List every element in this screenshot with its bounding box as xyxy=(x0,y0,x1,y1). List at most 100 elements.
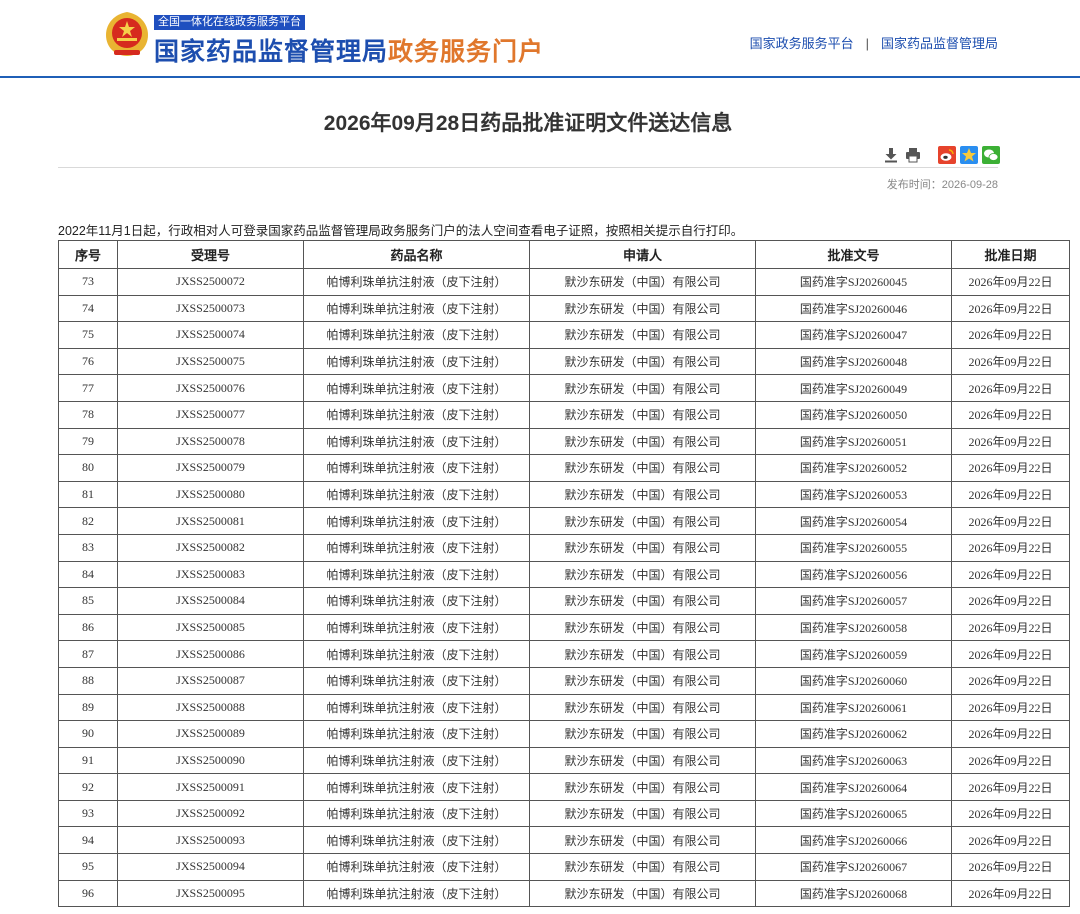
cell-drug-name: 帕博利珠单抗注射液（皮下注射） xyxy=(303,853,530,881)
top-links: 国家政务服务平台 | 国家药品监督管理局 xyxy=(750,33,998,52)
cell-approval-date: 2026年09月22日 xyxy=(951,480,1070,509)
cell-drug-name: 帕博利珠单抗注射液（皮下注射） xyxy=(303,587,530,615)
cell-index: 74 xyxy=(58,294,118,323)
cell-approval-date: 2026年09月22日 xyxy=(951,826,1070,855)
qzone-icon[interactable] xyxy=(960,146,978,164)
table-row: 74 JXSS2500073 帕博利珠单抗注射液（皮下注射） 默沙东研发（中国）有限公… xyxy=(58,294,1070,323)
cell-approval-no: 国药准字SJ20260064 xyxy=(755,773,952,801)
platform-tagline: 全国一体化在线政务服务平台 xyxy=(154,15,305,30)
cell-index: 77 xyxy=(58,374,118,402)
table-row: 83 JXSS2500082 帕博利珠单抗注射液（皮下注射） 默沙东研发（中国）有限公… xyxy=(58,533,1070,562)
link-nmpa[interactable]: 国家药品监督管理局 xyxy=(881,36,998,51)
cell-acceptance-no: JXSS2500092 xyxy=(117,799,304,828)
cell-acceptance-no: JXSS2500085 xyxy=(117,613,304,642)
cell-index: 84 xyxy=(58,560,118,589)
link-national-gov-service[interactable]: 国家政务服务平台 xyxy=(750,36,854,51)
table-row: 92 JXSS2500091 帕博利珠单抗注射液（皮下注射） 默沙东研发（中国）有限公… xyxy=(58,773,1070,801)
cell-approval-date: 2026年09月22日 xyxy=(951,853,1070,881)
col-header-index: 序号 xyxy=(58,240,118,269)
cell-drug-name: 帕博利珠单抗注射液（皮下注射） xyxy=(303,454,530,482)
table-row: 75 JXSS2500074 帕博利珠单抗注射液（皮下注射） 默沙东研发（中国）有限公… xyxy=(58,321,1070,349)
table-row: 73 JXSS2500072 帕博利珠单抗注射液（皮下注射） 默沙东研发（中国）有限公… xyxy=(58,268,1070,296)
wechat-icon[interactable] xyxy=(982,146,1000,164)
site-title[interactable]: 国家药品监督管理局政务服务门户 xyxy=(154,32,544,68)
cell-approval-date: 2026年09月22日 xyxy=(951,507,1070,535)
cell-applicant: 默沙东研发（中国）有限公司 xyxy=(529,879,756,908)
share-toolbar xyxy=(882,146,1004,164)
cell-applicant: 默沙东研发（中国）有限公司 xyxy=(529,666,756,695)
cell-acceptance-no: JXSS2500080 xyxy=(117,480,304,509)
cell-index: 87 xyxy=(58,640,118,668)
cell-approval-no: 国药准字SJ20260047 xyxy=(755,321,952,349)
cell-index: 76 xyxy=(58,347,118,376)
col-header-applicant: 申请人 xyxy=(529,240,756,269)
cell-applicant: 默沙东研发（中国）有限公司 xyxy=(529,507,756,535)
cell-approval-no: 国药准字SJ20260061 xyxy=(755,693,952,722)
cell-drug-name: 帕博利珠单抗注射液（皮下注射） xyxy=(303,693,530,722)
cell-approval-date: 2026年09月22日 xyxy=(951,268,1070,296)
col-header-drug-name: 药品名称 xyxy=(303,240,530,269)
download-icon[interactable] xyxy=(882,146,900,164)
cell-drug-name: 帕博利珠单抗注射液（皮下注射） xyxy=(303,799,530,828)
print-icon[interactable] xyxy=(904,146,922,164)
cell-applicant: 默沙东研发（中国）有限公司 xyxy=(529,773,756,801)
publish-time: 发布时间：2026-09-28 xyxy=(886,179,998,191)
cell-drug-name: 帕博利珠单抗注射液（皮下注射） xyxy=(303,613,530,642)
cell-acceptance-no: JXSS2500074 xyxy=(117,321,304,349)
cell-acceptance-no: JXSS2500075 xyxy=(117,347,304,376)
cell-approval-date: 2026年09月22日 xyxy=(951,613,1070,642)
cell-index: 94 xyxy=(58,826,118,855)
page-title: 2026年09月28日药品批准证明文件送达信息 xyxy=(323,112,733,135)
cell-applicant: 默沙东研发（中国）有限公司 xyxy=(529,613,756,642)
site-title-main: 国家药品监督管理局 xyxy=(154,38,389,66)
cell-drug-name: 帕博利珠单抗注射液（皮下注射） xyxy=(303,347,530,376)
cell-acceptance-no: JXSS2500087 xyxy=(117,666,304,695)
cell-drug-name: 帕博利珠单抗注射液（皮下注射） xyxy=(303,294,530,323)
cell-applicant: 默沙东研发（中国）有限公司 xyxy=(529,294,756,323)
cell-approval-no: 国药准字SJ20260045 xyxy=(755,268,952,296)
cell-drug-name: 帕博利珠单抗注射液（皮下注射） xyxy=(303,321,530,349)
col-header-acceptance-no: 受理号 xyxy=(117,240,304,269)
cell-index: 91 xyxy=(58,746,118,775)
cell-acceptance-no: JXSS2500093 xyxy=(117,826,304,855)
table-row: 91 JXSS2500090 帕博利珠单抗注射液（皮下注射） 默沙东研发（中国）有限公… xyxy=(58,746,1070,775)
cell-acceptance-no: JXSS2500081 xyxy=(117,507,304,535)
link-separator: | xyxy=(865,36,869,51)
cell-index: 75 xyxy=(58,321,118,349)
cell-index: 88 xyxy=(58,666,118,695)
cell-approval-date: 2026年09月22日 xyxy=(951,799,1070,828)
cell-acceptance-no: JXSS2500091 xyxy=(117,773,304,801)
cell-approval-no: 国药准字SJ20260062 xyxy=(755,720,952,748)
table-row: 81 JXSS2500080 帕博利珠单抗注射液（皮下注射） 默沙东研发（中国）有限公… xyxy=(58,480,1070,509)
table-body: 73 JXSS2500072 帕博利珠单抗注射液（皮下注射） 默沙东研发（中国）有限公… xyxy=(58,268,1070,908)
cell-acceptance-no: JXSS2500095 xyxy=(117,879,304,908)
table-row: 80 JXSS2500079 帕博利珠单抗注射液（皮下注射） 默沙东研发（中国）有限公… xyxy=(58,454,1070,482)
cell-drug-name: 帕博利珠单抗注射液（皮下注射） xyxy=(303,640,530,668)
cell-acceptance-no: JXSS2500086 xyxy=(117,640,304,668)
cell-approval-date: 2026年09月22日 xyxy=(951,347,1070,376)
cell-index: 85 xyxy=(58,587,118,615)
table-row: 77 JXSS2500076 帕博利珠单抗注射液（皮下注射） 默沙东研发（中国）有限公… xyxy=(58,374,1070,402)
cell-index: 86 xyxy=(58,613,118,642)
cell-drug-name: 帕博利珠单抗注射液（皮下注射） xyxy=(303,720,530,748)
cell-approval-no: 国药准字SJ20260057 xyxy=(755,587,952,615)
cell-applicant: 默沙东研发（中国）有限公司 xyxy=(529,480,756,509)
cell-approval-date: 2026年09月22日 xyxy=(951,374,1070,402)
cell-approval-no: 国药准字SJ20260066 xyxy=(755,826,952,855)
cell-approval-date: 2026年09月22日 xyxy=(951,746,1070,775)
weibo-icon[interactable] xyxy=(938,146,956,164)
table-row: 87 JXSS2500086 帕博利珠单抗注射液（皮下注射） 默沙东研发（中国）有限公… xyxy=(58,640,1070,668)
cell-approval-no: 国药准字SJ20260050 xyxy=(755,400,952,429)
cell-drug-name: 帕博利珠单抗注射液（皮下注射） xyxy=(303,533,530,562)
cell-drug-name: 帕博利珠单抗注射液（皮下注射） xyxy=(303,268,530,296)
cell-approval-no: 国药准字SJ20260065 xyxy=(755,799,952,828)
cell-approval-no: 国药准字SJ20260049 xyxy=(755,374,952,402)
cell-approval-date: 2026年09月22日 xyxy=(951,666,1070,695)
cell-acceptance-no: JXSS2500094 xyxy=(117,853,304,881)
cell-drug-name: 帕博利珠单抗注射液（皮下注射） xyxy=(303,746,530,775)
table-row: 79 JXSS2500078 帕博利珠单抗注射液（皮下注射） 默沙东研发（中国）有限公… xyxy=(58,427,1070,456)
cell-approval-date: 2026年09月22日 xyxy=(951,587,1070,615)
cell-index: 83 xyxy=(58,533,118,562)
table-row: 84 JXSS2500083 帕博利珠单抗注射液（皮下注射） 默沙东研发（中国）有限公… xyxy=(58,560,1070,589)
cell-approval-date: 2026年09月22日 xyxy=(951,454,1070,482)
